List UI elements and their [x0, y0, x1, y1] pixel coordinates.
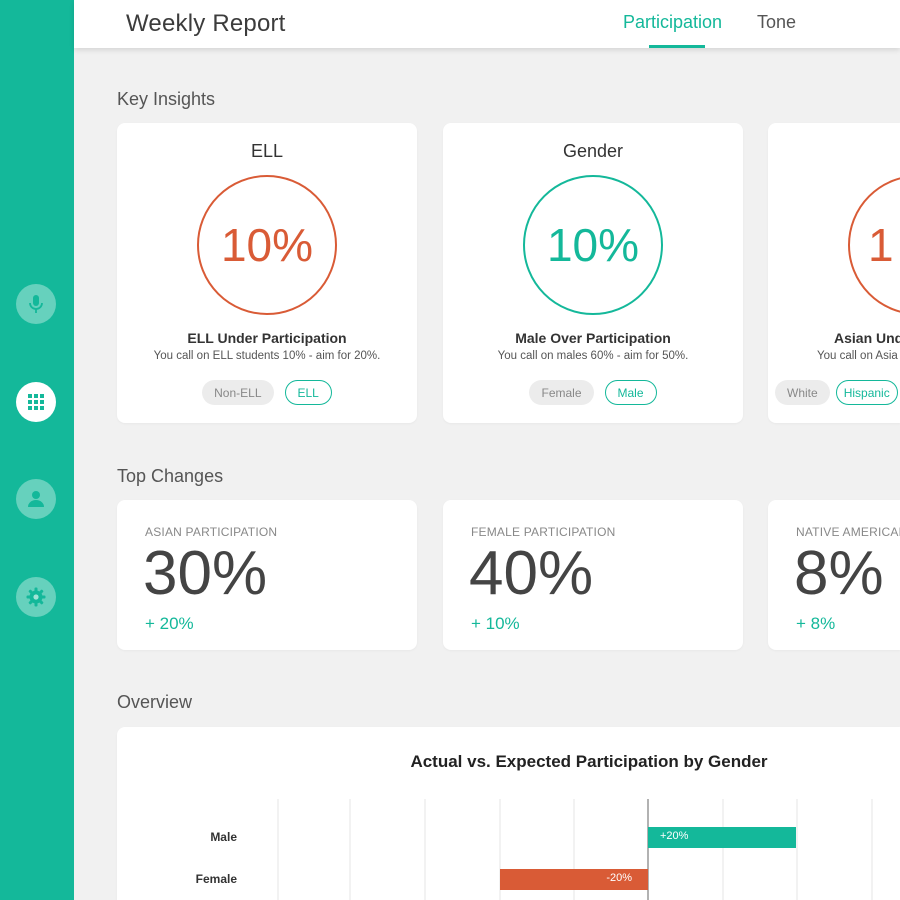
- insight-heading: ELL Under Participation: [187, 330, 347, 346]
- chart-category-label: Male: [210, 830, 237, 844]
- tab-tone[interactable]: Tone: [757, 12, 796, 33]
- insight-percentage-ring: 10%: [197, 175, 337, 315]
- person-icon: [27, 490, 45, 508]
- insight-card-title: ELL: [250, 141, 284, 161]
- insight-filter-pills: White Hispanic: [775, 380, 900, 405]
- insight-description: You call on Asia: [817, 350, 898, 362]
- insight-filter-pills: Female Male: [443, 380, 743, 405]
- change-card-value: 8%: [794, 539, 884, 608]
- change-card-native-american: NATIVE AMERICAN 8% + 8%: [768, 500, 900, 650]
- chart-value-label: -20%: [606, 872, 632, 884]
- insight-card-gender: Gender 10% Male Over Participation You c…: [443, 123, 743, 423]
- nav-microphone-button[interactable]: [16, 284, 56, 324]
- grid-icon: [27, 393, 45, 411]
- change-card-asian: ASIAN PARTICIPATION 30% + 20%: [117, 500, 417, 650]
- filter-pill-white[interactable]: White: [775, 380, 830, 405]
- page-title: Weekly Report: [126, 10, 286, 37]
- insight-percentage-ring: 1: [848, 175, 900, 315]
- overview-heading: Overview: [117, 692, 193, 712]
- top-changes-heading: Top Changes: [117, 466, 224, 486]
- change-card-label: FEMALE PARTICIPATION: [471, 525, 616, 539]
- filter-pill-non-ell[interactable]: Non-ELL: [202, 380, 274, 405]
- insight-card-title: Gender: [562, 141, 624, 161]
- filter-pill-female[interactable]: Female: [529, 380, 594, 405]
- sidebar: [0, 0, 74, 900]
- change-card-value: 30%: [143, 539, 268, 608]
- insight-card-ell: ELL 10% ELL Under Participation You call…: [117, 123, 417, 423]
- filter-pill-ell[interactable]: ELL: [284, 380, 332, 405]
- participation-chart: +20% Male -20% Female: [196, 799, 873, 900]
- key-insights-heading: Key Insights: [117, 89, 216, 109]
- change-card-delta: + 10%: [471, 614, 520, 633]
- chart-category-label: Female: [196, 872, 238, 886]
- change-card-label: NATIVE AMERICAN: [796, 525, 900, 539]
- chart-value-label: +20%: [660, 830, 689, 842]
- overview-chart-card: Actual vs. Expected Participation by Gen…: [117, 727, 900, 900]
- insight-card-ethnicity: 1 Asian Und You call on Asia White Hispa…: [768, 123, 900, 423]
- tab-participation[interactable]: Participation: [623, 12, 722, 33]
- nav-profile-button[interactable]: [16, 479, 56, 519]
- insight-description: You call on males 60% - aim for 50%.: [497, 350, 689, 362]
- gear-icon: [26, 587, 46, 607]
- microphone-icon: [27, 294, 45, 314]
- active-tab-indicator: [649, 45, 705, 48]
- nav-settings-button[interactable]: [16, 577, 56, 617]
- insight-filter-pills: Non-ELL ELL: [117, 380, 417, 405]
- nav-grid-button[interactable]: [16, 382, 56, 422]
- insight-heading: Male Over Participation: [515, 330, 671, 346]
- insight-percentage-ring: 10%: [523, 175, 663, 315]
- change-card-value: 40%: [469, 539, 594, 608]
- filter-pill-male[interactable]: Male: [604, 380, 657, 405]
- change-card-female: FEMALE PARTICIPATION 40% + 10%: [443, 500, 743, 650]
- change-card-delta: + 8%: [796, 614, 836, 633]
- filter-pill-hispanic[interactable]: Hispanic: [835, 380, 898, 405]
- change-card-label: ASIAN PARTICIPATION: [145, 525, 278, 539]
- change-card-delta: + 20%: [145, 614, 194, 633]
- insight-description: You call on ELL students 10% - aim for 2…: [153, 350, 381, 362]
- top-bar: Weekly Report Participation Tone: [74, 0, 900, 48]
- insight-heading: Asian Und: [834, 330, 900, 346]
